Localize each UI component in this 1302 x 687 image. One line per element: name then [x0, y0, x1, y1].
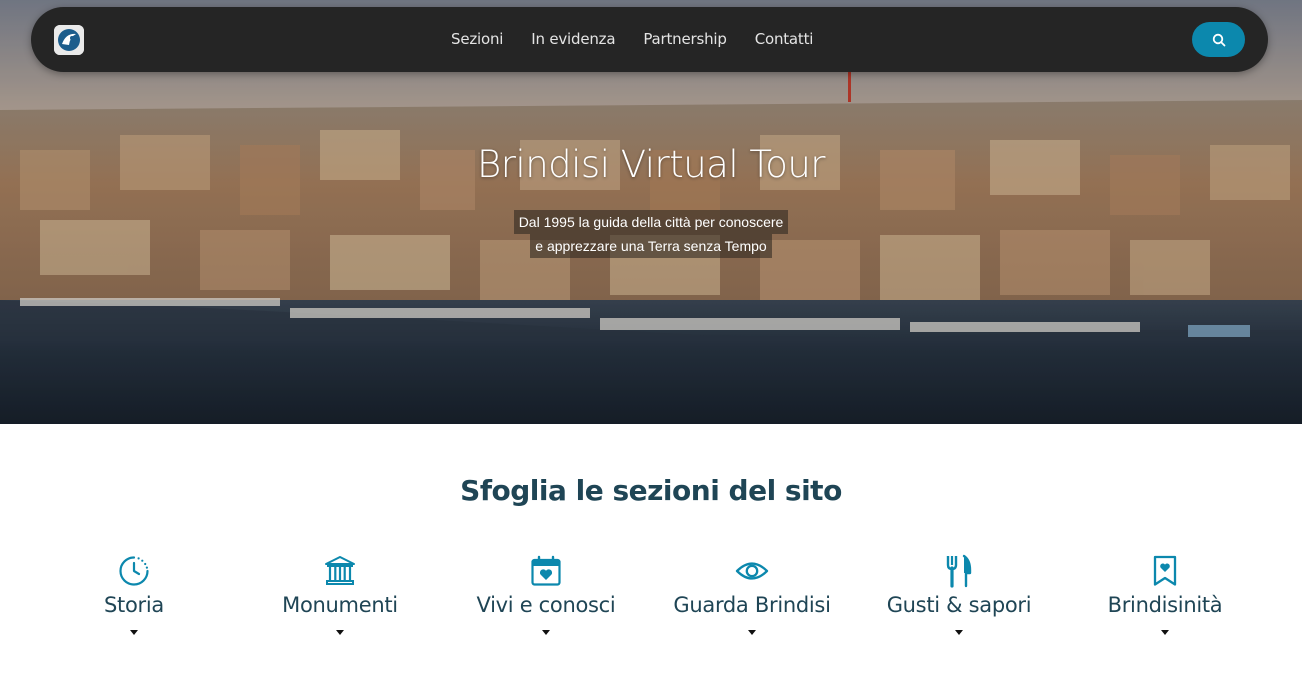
section-label: Gusti & sapori — [886, 593, 1032, 617]
section-brindisinita[interactable]: Brindisinità — [1062, 553, 1268, 635]
calendar-heart-icon — [531, 555, 561, 586]
section-label: Storia — [104, 593, 164, 617]
hero-subtitle-line-1: Dal 1995 la guida della città per conosc… — [513, 210, 789, 234]
caret-down-icon — [955, 630, 963, 635]
sections-heading: Sfoglia le sezioni del sito — [460, 474, 842, 507]
section-label: Guarda Brindisi — [673, 593, 831, 617]
clock-icon — [119, 556, 149, 586]
section-gusti-e-sapori[interactable]: Gusti & sapori — [856, 553, 1062, 635]
search-button[interactable] — [1192, 22, 1245, 57]
caret-down-icon — [336, 630, 344, 635]
section-label: Brindisinità — [1107, 593, 1223, 617]
hero-title: Brindisi Virtual Tour — [476, 143, 826, 186]
caret-down-icon — [542, 630, 550, 635]
caret-down-icon — [1161, 630, 1169, 635]
hero-subtitle-line-2: e apprezzare una Terra senza Tempo — [530, 234, 772, 258]
section-guarda-brindisi[interactable]: Guarda Brindisi — [649, 553, 855, 635]
caret-down-icon — [748, 630, 756, 635]
section-label: Monumenti — [282, 593, 398, 617]
section-label: Vivi e conosci — [476, 593, 616, 617]
nav-link-contatti[interactable]: Contatti — [755, 29, 814, 49]
hero-subtitle: Dal 1995 la guida della città per conosc… — [0, 210, 1302, 258]
logo-icon — [54, 25, 84, 55]
eye-icon — [735, 562, 769, 580]
site-logo[interactable] — [54, 25, 84, 55]
fork-knife-icon — [946, 554, 972, 588]
nav-link-sezioni[interactable]: Sezioni — [451, 29, 503, 49]
main-nav: Sezioni In evidenza Partnership Contatti — [451, 29, 813, 49]
bookmark-heart-icon — [1153, 555, 1177, 586]
section-monumenti[interactable]: Monumenti — [237, 553, 443, 635]
search-icon — [1212, 33, 1225, 46]
caret-down-icon — [130, 630, 138, 635]
section-storia[interactable]: Storia — [31, 553, 237, 635]
monument-icon — [325, 556, 355, 585]
nav-link-in-evidenza[interactable]: In evidenza — [531, 29, 615, 49]
nav-link-partnership[interactable]: Partnership — [643, 29, 727, 49]
top-navbar: Sezioni In evidenza Partnership Contatti — [31, 7, 1268, 72]
section-vivi-e-conosci[interactable]: Vivi e conosci — [443, 553, 649, 635]
